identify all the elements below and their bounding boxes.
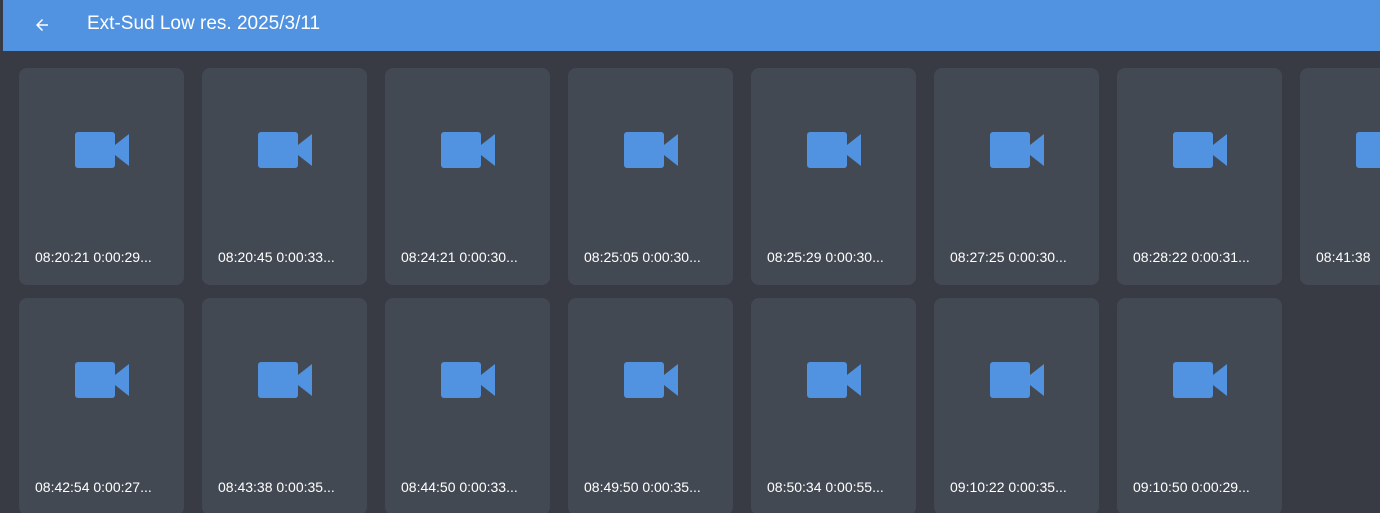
video-label: 09:10:50 0:00:29...: [1133, 479, 1250, 495]
video-label: 08:41:38: [1316, 249, 1371, 265]
video-label: 09:10:22 0:00:35...: [950, 479, 1067, 495]
video-label: 08:28:22 0:00:31...: [1133, 249, 1250, 265]
video-label: 08:42:54 0:00:27...: [35, 479, 152, 495]
video-tile[interactable]: 09:10:50 0:00:29...: [1117, 298, 1282, 513]
video-label: 08:20:21 0:00:29...: [35, 249, 152, 265]
video-camera-icon: [258, 362, 312, 398]
video-camera-icon: [990, 132, 1044, 168]
video-tile[interactable]: 08:24:21 0:00:30...: [385, 68, 550, 285]
video-label: 08:25:05 0:00:30...: [584, 249, 701, 265]
video-camera-icon: [807, 362, 861, 398]
video-label: 08:20:45 0:00:33...: [218, 249, 335, 265]
video-camera-icon: [807, 132, 861, 168]
video-camera-icon: [258, 132, 312, 168]
video-tile[interactable]: 08:42:54 0:00:27...: [19, 298, 184, 513]
video-grid: 08:20:21 0:00:29... 08:20:45 0:00:33... …: [0, 51, 1380, 513]
video-camera-icon: [75, 362, 129, 398]
video-tile[interactable]: 09:10:22 0:00:35...: [934, 298, 1099, 513]
video-label: 08:49:50 0:00:35...: [584, 479, 701, 495]
video-camera-icon: [990, 362, 1044, 398]
video-tile[interactable]: 08:25:29 0:00:30...: [751, 68, 916, 285]
video-camera-icon: [441, 132, 495, 168]
video-camera-icon: [624, 132, 678, 168]
page-title: Ext-Sud Low res. 2025/3/11: [87, 13, 321, 34]
video-tile[interactable]: 08:44:50 0:00:33...: [385, 298, 550, 513]
video-label: 08:50:34 0:00:55...: [767, 479, 884, 495]
video-tile[interactable]: 08:50:34 0:00:55...: [751, 298, 916, 513]
video-label: 08:24:21 0:00:30...: [401, 249, 518, 265]
video-tile[interactable]: 08:43:38 0:00:35...: [202, 298, 367, 513]
back-button[interactable]: [25, 8, 59, 42]
video-tile[interactable]: 08:27:25 0:00:30...: [934, 68, 1099, 285]
video-tile[interactable]: 08:28:22 0:00:31...: [1117, 68, 1282, 285]
video-tile[interactable]: 08:49:50 0:00:35...: [568, 298, 733, 513]
arrow-left-icon: [36, 19, 48, 31]
video-tile[interactable]: 08:25:05 0:00:30...: [568, 68, 733, 285]
app-window: Ext-Sud Low res. 2025/3/11 08:20:21 0:00…: [0, 0, 1380, 513]
video-camera-icon: [1356, 132, 1380, 168]
video-camera-icon: [441, 362, 495, 398]
video-tile[interactable]: 08:20:21 0:00:29...: [19, 68, 184, 285]
video-tile[interactable]: 08:20:45 0:00:33...: [202, 68, 367, 285]
video-camera-icon: [624, 362, 678, 398]
top-app-bar: Ext-Sud Low res. 2025/3/11: [3, 0, 1380, 51]
video-tile[interactable]: 08:41:38: [1300, 68, 1380, 285]
video-label: 08:25:29 0:00:30...: [767, 249, 884, 265]
video-label: 08:27:25 0:00:30...: [950, 249, 1067, 265]
video-camera-icon: [1173, 362, 1227, 398]
video-camera-icon: [1173, 132, 1227, 168]
video-label: 08:43:38 0:00:35...: [218, 479, 335, 495]
video-label: 08:44:50 0:00:33...: [401, 479, 518, 495]
video-camera-icon: [75, 132, 129, 168]
